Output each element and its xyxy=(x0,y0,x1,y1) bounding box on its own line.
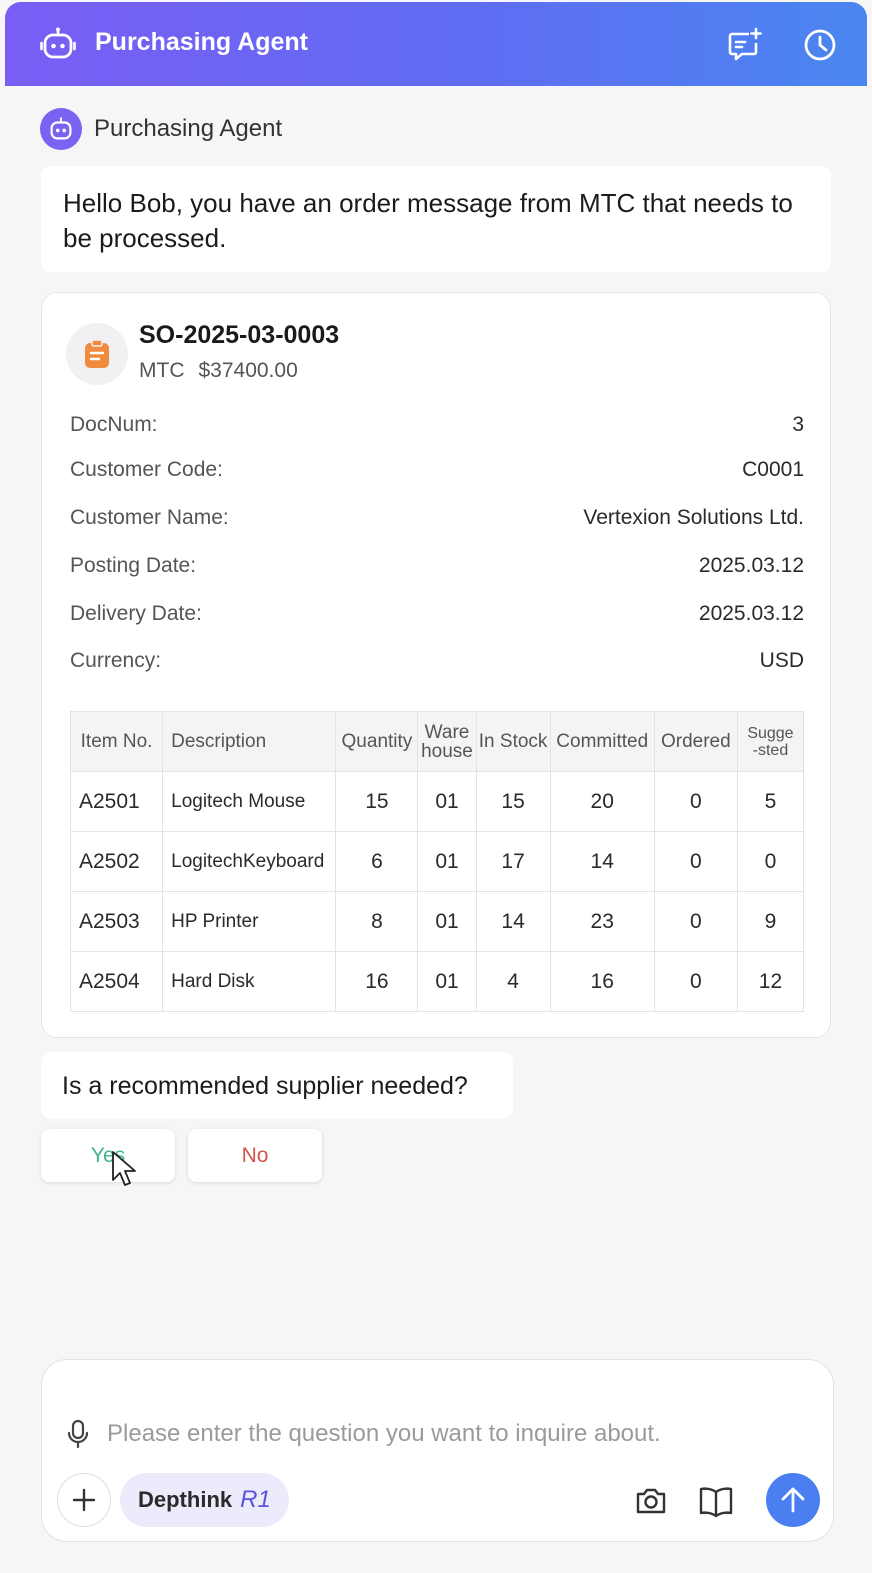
field-customer-code: Customer Code: C0001 xyxy=(70,458,804,482)
agent-row: Purchasing Agent xyxy=(40,108,282,150)
field-value: 3 xyxy=(792,413,804,436)
mouse-cursor-icon xyxy=(112,1151,136,1186)
table-cell: 15 xyxy=(475,771,551,832)
book-icon[interactable] xyxy=(698,1484,734,1518)
table-cell: 6 xyxy=(335,831,419,892)
order-number: SO-2025-03-0003 xyxy=(139,321,340,349)
table-cell: Hard Disk xyxy=(162,951,337,1012)
field-label: Posting Date: xyxy=(70,554,197,577)
table-cell: Logitech Mouse xyxy=(162,771,337,832)
table-cell: A2503 xyxy=(69,891,164,952)
table-cell: 01 xyxy=(417,951,477,1012)
table-cell: 17 xyxy=(475,831,551,892)
column-header: Sugge -sted xyxy=(736,711,805,772)
table-row: A2502 LogitechKeyboard 6 01 17 14 0 0 xyxy=(69,831,805,892)
table-header-row: Item No. Description Quantity Ware house… xyxy=(69,711,805,772)
clock-icon[interactable] xyxy=(801,26,839,64)
column-header: In Stock xyxy=(475,711,551,772)
table-cell: 0 xyxy=(653,951,738,1012)
camera-icon[interactable] xyxy=(634,1484,668,1518)
table-row: A2501 Logitech Mouse 15 01 15 20 0 5 xyxy=(69,771,805,832)
field-label: Currency: xyxy=(70,649,162,672)
composer: Depthink R1 xyxy=(41,1359,834,1542)
deepthink-toggle[interactable]: Depthink R1 xyxy=(120,1473,289,1527)
agent-name: Purchasing Agent xyxy=(94,115,283,142)
table-cell: A2504 xyxy=(69,951,164,1012)
greeting-message: Hello Bob, you have an order message fro… xyxy=(41,166,831,272)
column-header: Item No. xyxy=(69,711,164,772)
table-cell: 5 xyxy=(736,771,805,832)
column-header: Committed xyxy=(549,711,655,772)
question-message: Is a recommended supplier needed? xyxy=(41,1052,513,1119)
microphone-icon[interactable] xyxy=(66,1419,90,1449)
table-cell: 20 xyxy=(549,771,655,832)
app-header: Purchasing Agent xyxy=(5,2,867,86)
field-value: 2025.03.12 xyxy=(698,554,804,577)
avatar xyxy=(40,108,82,150)
clipboard-icon xyxy=(85,339,109,368)
field-label: Delivery Date: xyxy=(70,602,202,625)
table-cell: 01 xyxy=(417,771,477,832)
question-input[interactable] xyxy=(107,1416,807,1452)
column-header: Ware house xyxy=(417,711,477,772)
table-cell: 23 xyxy=(549,891,655,952)
order-card: SO-2025-03-0003 MTC $37400.00 DocNum: 3 C… xyxy=(41,292,831,1038)
plus-icon xyxy=(72,1488,96,1512)
table-cell: 01 xyxy=(417,891,477,952)
add-attachment-button[interactable] xyxy=(57,1473,111,1527)
table-cell: 14 xyxy=(549,831,655,892)
table-cell: 16 xyxy=(549,951,655,1012)
table-cell: 8 xyxy=(335,891,419,952)
column-header: Quantity xyxy=(335,711,419,772)
table-cell: HP Printer xyxy=(162,891,337,952)
field-value: 2025.03.12 xyxy=(698,602,804,625)
robot-icon xyxy=(40,27,76,59)
order-amount: $37400.00 xyxy=(198,359,298,382)
field-value: USD xyxy=(759,649,804,672)
field-value: Vertexion Solutions Ltd. xyxy=(583,506,804,529)
arrow-up-icon xyxy=(781,1487,805,1513)
table-cell: 0 xyxy=(653,771,738,832)
order-items-table: Item No. Description Quantity Ware house… xyxy=(69,711,805,1012)
table-cell: LogitechKeyboard xyxy=(162,831,337,892)
deepthink-badge: R1 xyxy=(240,1486,271,1513)
order-summary: MTC $37400.00 xyxy=(139,359,298,383)
table-cell: 12 xyxy=(736,951,805,1012)
table-cell: 9 xyxy=(736,891,805,952)
robot-icon xyxy=(50,117,72,140)
table-cell: 15 xyxy=(335,771,419,832)
table-cell: A2501 xyxy=(69,771,164,832)
field-label: Customer Code: xyxy=(70,458,223,481)
field-docnum: DocNum: 3 xyxy=(70,413,804,437)
field-posting-date: Posting Date: 2025.03.12 xyxy=(70,554,804,578)
field-customer-name: Customer Name: Vertexion Solutions Ltd. xyxy=(70,506,804,530)
table-cell: 01 xyxy=(417,831,477,892)
order-customer-short: MTC xyxy=(139,359,185,382)
table-cell: A2502 xyxy=(69,831,164,892)
app-title: Purchasing Agent xyxy=(95,28,308,56)
table-cell: 0 xyxy=(653,891,738,952)
column-header: Description xyxy=(162,711,337,772)
deepthink-label: Depthink xyxy=(138,1487,233,1512)
table-cell: 16 xyxy=(335,951,419,1012)
table-cell: 14 xyxy=(475,891,551,952)
order-icon-wrap xyxy=(66,323,128,385)
no-button[interactable]: No xyxy=(188,1129,322,1182)
table-row: A2504 Hard Disk 16 01 4 16 0 12 xyxy=(69,951,805,1012)
field-delivery-date: Delivery Date: 2025.03.12 xyxy=(70,602,804,626)
field-label: Customer Name: xyxy=(70,506,229,529)
yes-button[interactable]: Yes xyxy=(41,1129,175,1182)
field-currency: Currency: USD xyxy=(70,649,804,673)
table-cell: 0 xyxy=(653,831,738,892)
field-label: DocNum: xyxy=(70,413,158,436)
send-button[interactable] xyxy=(766,1473,820,1527)
column-header: Ordered xyxy=(653,711,738,772)
new-chat-icon[interactable] xyxy=(725,26,763,64)
table-cell: 4 xyxy=(475,951,551,1012)
table-cell: 0 xyxy=(736,831,805,892)
table-row: A2503 HP Printer 8 01 14 23 0 9 xyxy=(69,891,805,952)
field-value: C0001 xyxy=(742,458,804,481)
